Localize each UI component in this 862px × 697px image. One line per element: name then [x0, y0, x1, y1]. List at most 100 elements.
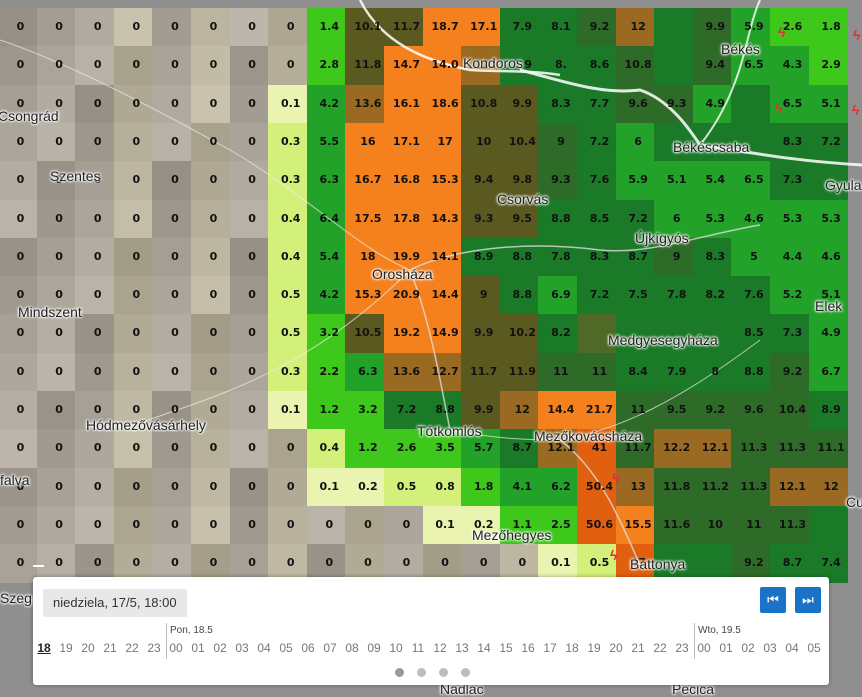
hour-tick[interactable]: 07: [319, 641, 341, 655]
precip-value: 0.5: [396, 479, 417, 493]
hour-tick[interactable]: 21: [99, 641, 121, 655]
city-label: Békéscsaba: [673, 139, 750, 155]
precip-value: 4.3: [782, 58, 803, 72]
precip-value: 0: [93, 249, 102, 263]
precip-value: 3.2: [319, 326, 340, 340]
city-label: Mezőkovácsháza: [534, 428, 643, 444]
precip-value: 8.7: [782, 556, 803, 570]
hour-tick[interactable]: 04: [253, 641, 275, 655]
precip-value: 0.2: [358, 479, 378, 493]
precip-value: 0: [16, 58, 25, 72]
page-dot-1[interactable]: [395, 668, 404, 677]
precip-value: 11.6: [663, 517, 691, 531]
precip-value: 5.7: [473, 441, 494, 455]
precip-value: 8: [711, 364, 720, 378]
hour-tick[interactable]: 16: [517, 641, 539, 655]
hour-tick[interactable]: 18: [33, 641, 55, 655]
page-dot-3[interactable]: [439, 668, 448, 677]
precip-value: 0: [286, 517, 295, 531]
hour-tick[interactable]: 00: [165, 641, 187, 655]
precip-value: 7.9: [512, 20, 533, 33]
precip-value: 10: [476, 134, 492, 148]
precip-value: 0: [16, 211, 25, 225]
hour-tick[interactable]: 00: [693, 641, 715, 655]
hour-tick[interactable]: 02: [737, 641, 759, 655]
precip-value: 19.9: [392, 249, 421, 263]
hour-tick[interactable]: 21: [627, 641, 649, 655]
hour-tick[interactable]: 11: [407, 641, 429, 655]
hour-tick[interactable]: 23: [143, 641, 165, 655]
hour-tick[interactable]: 08: [341, 641, 363, 655]
hour-tick[interactable]: 20: [605, 641, 627, 655]
precip-value: 0: [209, 479, 218, 493]
precip-value: 9: [479, 288, 488, 302]
precip-value: 0: [171, 326, 179, 340]
hour-tick[interactable]: 22: [649, 641, 671, 655]
precip-value: 0: [171, 96, 179, 110]
precip-value: 9.4: [473, 173, 494, 187]
precip-value: 9.2: [589, 20, 610, 33]
precip-value: 0: [209, 517, 218, 531]
precip-value: 10.2: [508, 326, 536, 340]
precip-value: 8.3: [589, 249, 610, 263]
precip-value: 0: [16, 364, 25, 378]
hour-tick[interactable]: 05: [803, 641, 825, 655]
hour-tick[interactable]: 22: [121, 641, 143, 655]
hour-tick[interactable]: 23: [671, 641, 693, 655]
city-label: falva: [0, 472, 30, 488]
precip-value: 0.1: [435, 517, 455, 531]
city-label: Kondoros: [463, 55, 523, 71]
precip-value: 0: [16, 134, 25, 148]
precip-value: 7.9: [666, 364, 687, 378]
hour-tick[interactable]: 19: [55, 641, 77, 655]
hour-tick[interactable]: 05: [275, 641, 297, 655]
hour-tick[interactable]: 10: [385, 641, 407, 655]
hour-tick[interactable]: 03: [759, 641, 781, 655]
precip-value: 0: [132, 249, 141, 263]
page-dot-4[interactable]: [461, 668, 470, 677]
previous-button[interactable]: ⏮: [760, 587, 786, 613]
hour-tick[interactable]: 09: [363, 641, 385, 655]
hour-tick[interactable]: 20: [77, 641, 99, 655]
precip-value: 0: [93, 134, 102, 148]
precip-value: 41: [591, 441, 608, 455]
precip-value: 0: [209, 556, 218, 570]
hour-tick[interactable]: 12: [429, 641, 451, 655]
precip-value: 0.1: [280, 96, 301, 110]
hour-tick[interactable]: 04: [781, 641, 803, 655]
precip-value: 0: [132, 479, 141, 493]
precip-value: 8.9: [473, 249, 494, 263]
hour-tick[interactable]: 01: [187, 641, 209, 655]
hour-tick[interactable]: 13: [451, 641, 473, 655]
next-button[interactable]: ⏭: [795, 587, 821, 613]
hour-tick[interactable]: 14: [473, 641, 495, 655]
precip-value: 12: [630, 20, 646, 33]
precip-value: 8.8: [512, 288, 533, 302]
precip-value: 9.3: [666, 96, 687, 110]
city-label: Szeg: [0, 590, 32, 606]
page-dot-2[interactable]: [417, 668, 426, 677]
precip-value: 0: [248, 326, 256, 340]
hour-tick[interactable]: 06: [297, 641, 319, 655]
precip-value: 8.8: [512, 249, 533, 263]
precip-value: 0.4: [280, 211, 301, 225]
hour-tick[interactable]: 03: [231, 641, 253, 655]
hour-tick[interactable]: 01: [715, 641, 737, 655]
precip-value: 8.7: [628, 249, 648, 263]
hour-tick[interactable]: 17: [539, 641, 561, 655]
hour-tick[interactable]: 19: [583, 641, 605, 655]
precip-value: 50.6: [585, 517, 614, 531]
precip-value: 6.5: [744, 58, 764, 72]
precip-value: 0: [55, 326, 63, 340]
precip-value: 0.1: [551, 556, 571, 570]
precip-value: 11.9: [508, 364, 536, 378]
precip-value: 9.6: [744, 403, 764, 416]
precip-value: 21.7: [585, 403, 614, 416]
precip-value: 10.8: [624, 58, 652, 72]
hour-tick[interactable]: 02: [209, 641, 231, 655]
precip-value: 0: [132, 288, 141, 302]
hour-tick[interactable]: 15: [495, 641, 517, 655]
precip-value: 0.4: [319, 441, 340, 455]
precip-value: 0: [171, 249, 179, 263]
hour-tick[interactable]: 18: [561, 641, 583, 655]
